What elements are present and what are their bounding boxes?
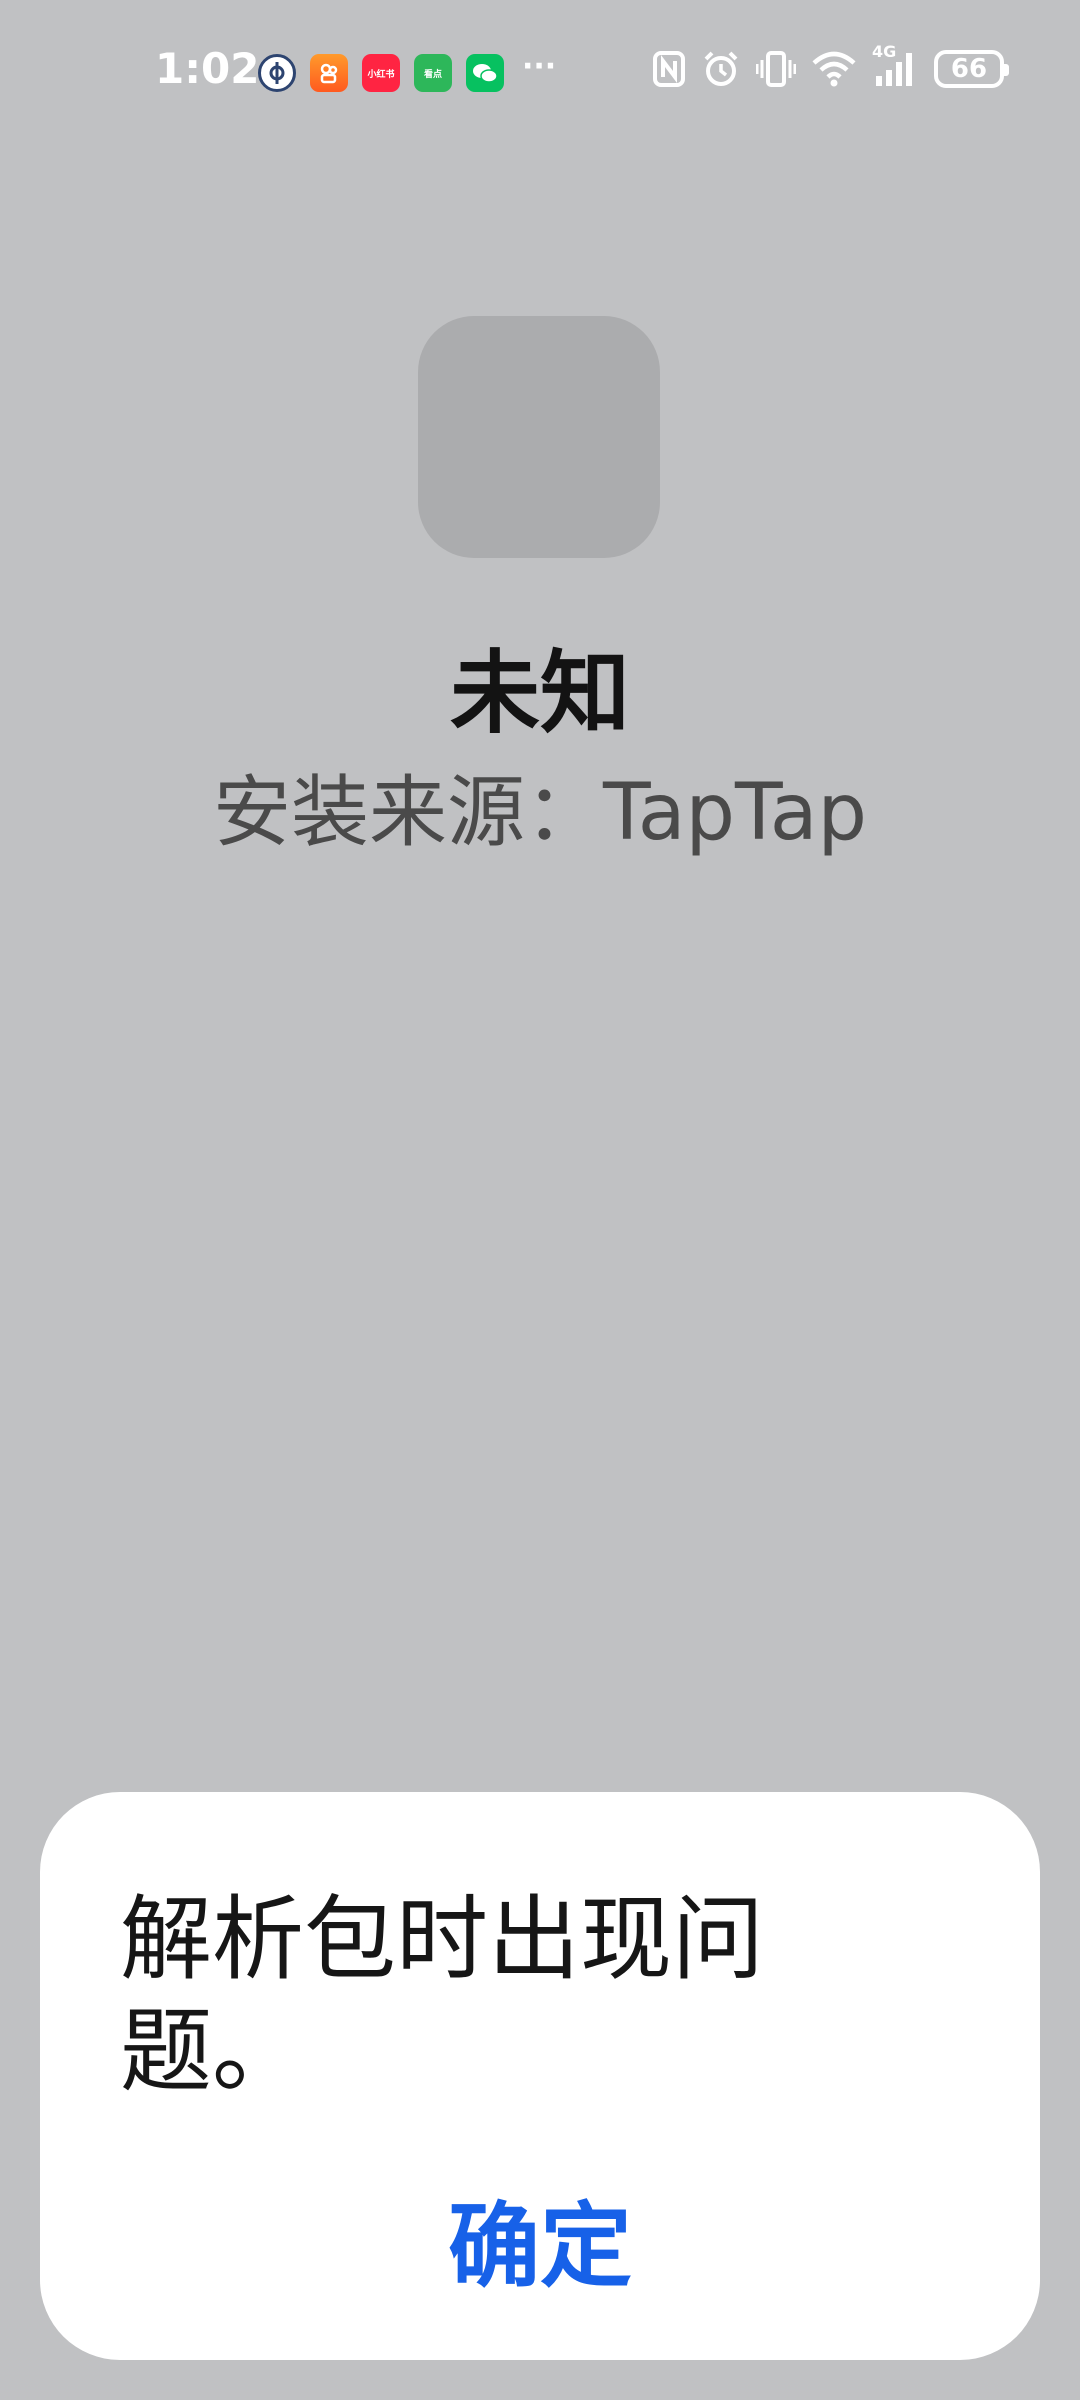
status-time: 1:02: [155, 44, 260, 93]
install-source: 安装来源：TapTap: [212, 768, 868, 858]
battery-level: 66: [950, 54, 988, 84]
notification-icons: 小红书 看点 ···: [258, 49, 557, 92]
signal-4g-icon: 4G: [872, 42, 918, 88]
nfc-icon: [652, 50, 686, 88]
vibrate-icon: [756, 50, 796, 88]
system-icons: 4G 66: [652, 42, 1009, 88]
network-type-label: 4G: [872, 42, 897, 61]
xiaohongshu-icon: 小红书: [362, 54, 400, 92]
wechat-icon: [466, 54, 504, 92]
app-icon-placeholder: [418, 316, 660, 558]
app-name: 未知: [450, 641, 630, 746]
kandian-icon: 看点: [414, 54, 452, 92]
kuaishou-icon: [310, 54, 348, 92]
confirm-button[interactable]: 确定: [40, 2172, 1040, 2305]
alarm-icon: [702, 50, 740, 88]
dialog-message: 解析包时出现问题。: [120, 1886, 765, 2105]
wifi-icon: [812, 51, 856, 87]
parse-error-dialog: 解析包时出现问题。 确定: [40, 1792, 1040, 2360]
status-bar: 1:02 小红书 看点 ··· 4G 66: [0, 0, 1080, 150]
battery-icon: 66: [934, 50, 1009, 88]
railway-12306-icon: [258, 54, 296, 92]
more-notifications-icon: ···: [522, 49, 557, 84]
